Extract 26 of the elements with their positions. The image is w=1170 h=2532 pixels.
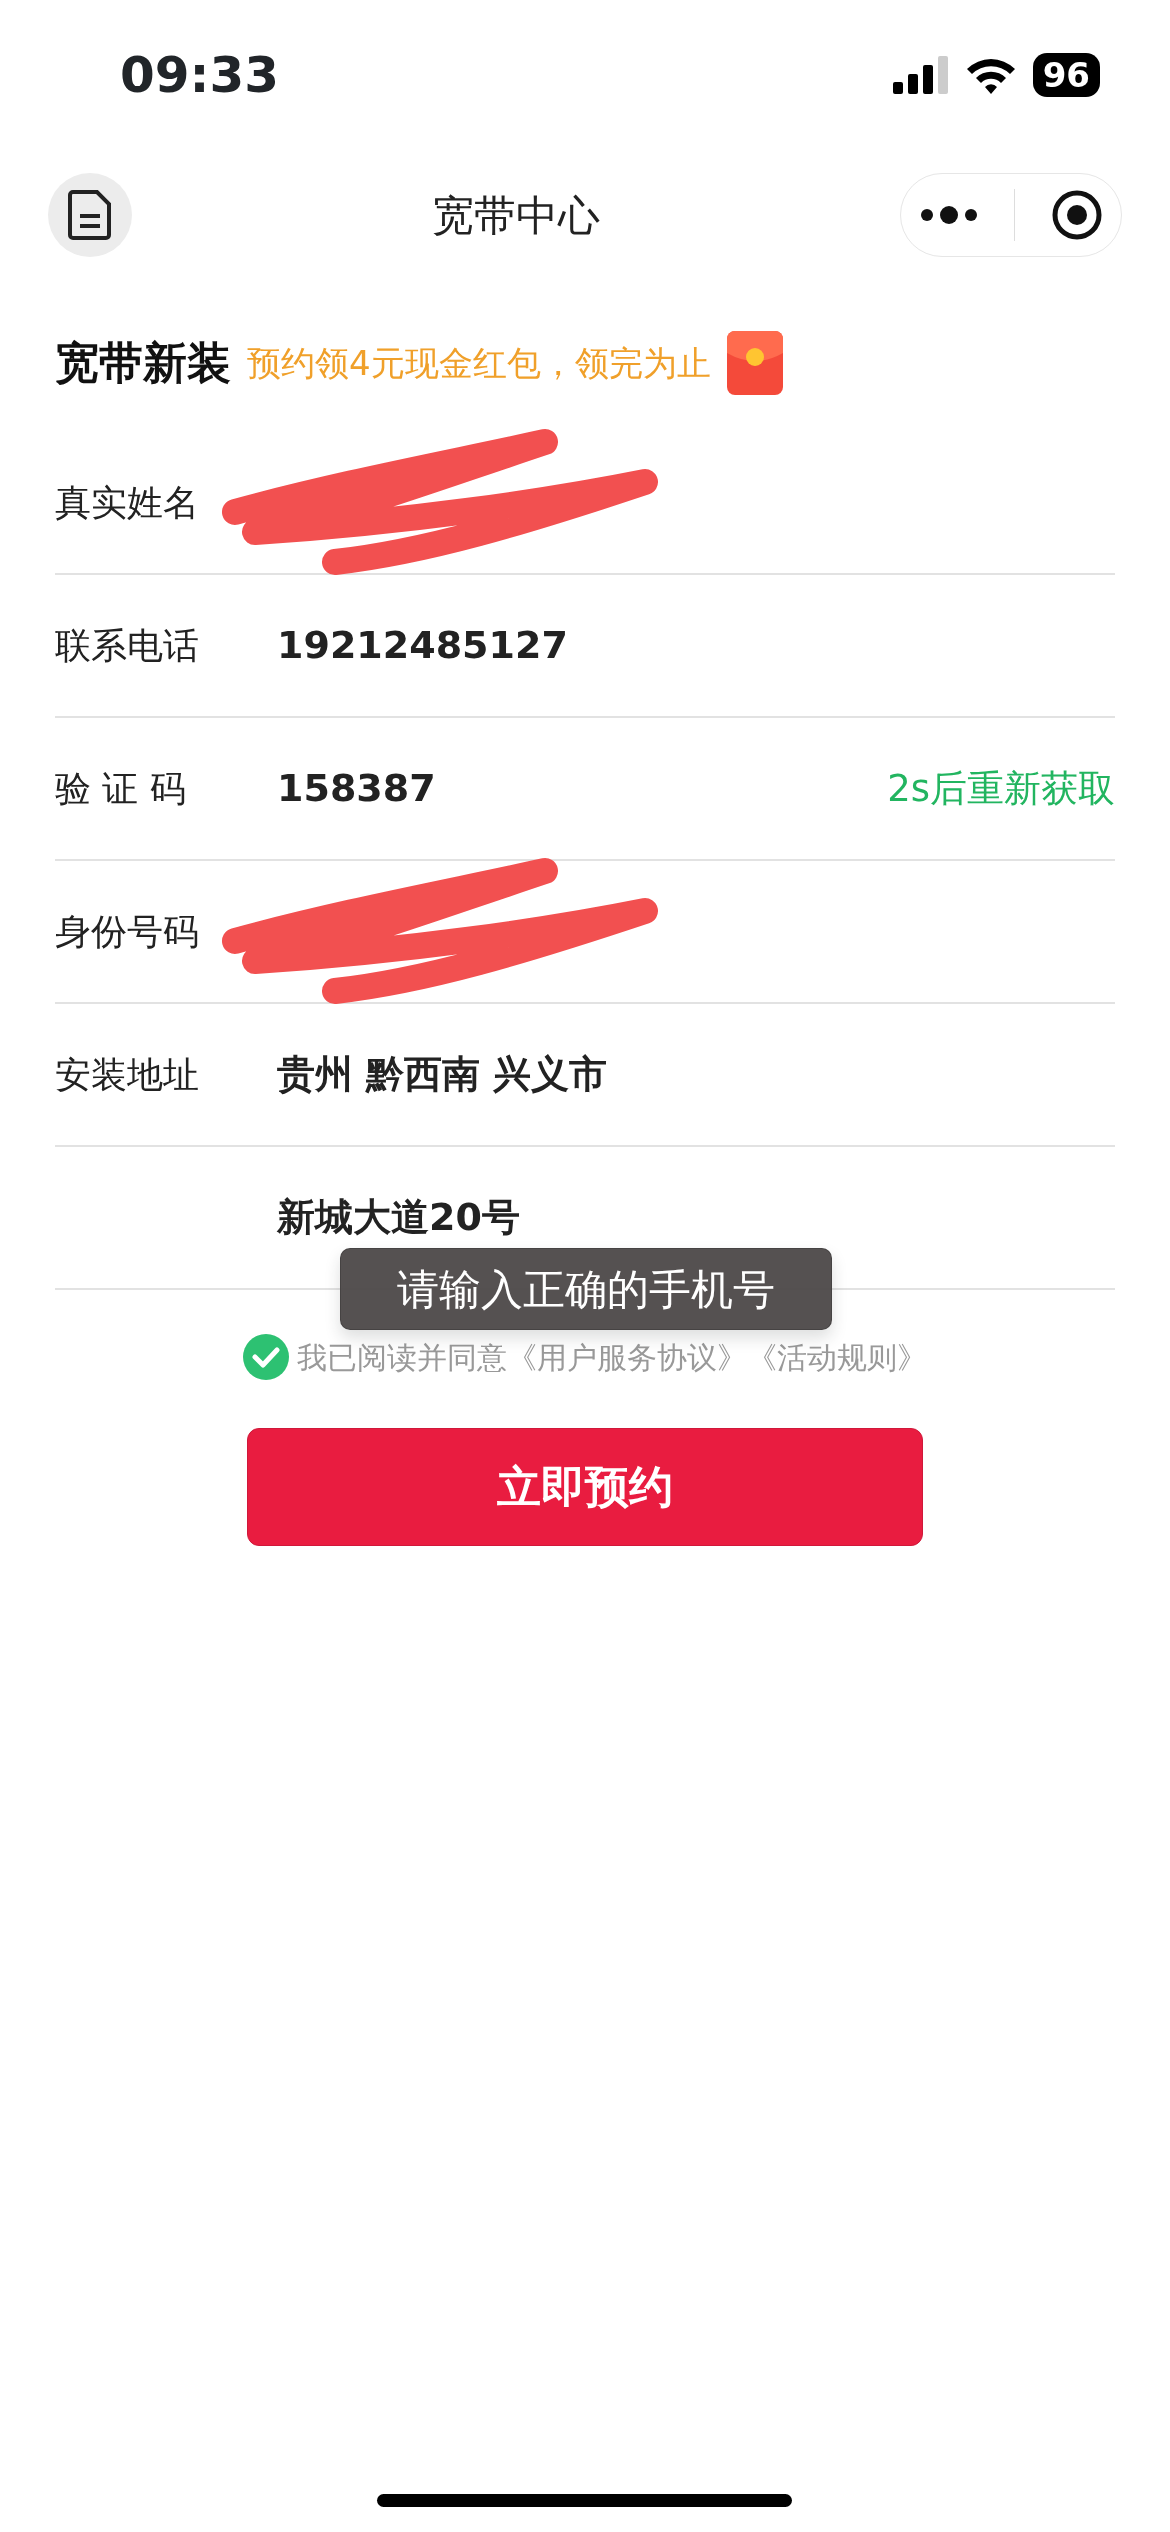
status-time: 09:33 bbox=[120, 44, 280, 106]
error-toast: 请输入正确的手机号 bbox=[340, 1248, 832, 1330]
agreement-link[interactable]: 《用户服务协议》 bbox=[507, 1334, 747, 1380]
section-title: 宽带新装 bbox=[55, 336, 231, 390]
field-value: 新城大道20号 bbox=[277, 1194, 520, 1241]
field-value: 贵州 黔西南 兴义市 bbox=[277, 1051, 608, 1098]
field-label: 安装地址 bbox=[55, 1052, 200, 1097]
resend-countdown[interactable]: 2s后重新获取 bbox=[887, 760, 1115, 817]
field-label: 验 证 码 bbox=[55, 766, 187, 811]
promo-text: 预约领4元现金红包，领完为止 bbox=[247, 341, 711, 385]
more-icon[interactable] bbox=[918, 205, 979, 225]
page-title: 宽带中心 bbox=[432, 189, 600, 242]
field-label: 联系电话 bbox=[55, 623, 200, 668]
field-value: 158387 bbox=[277, 765, 436, 812]
submit-button[interactable]: 立即预约 bbox=[247, 1428, 923, 1546]
battery-level: 96 bbox=[1032, 53, 1100, 97]
checkbox-icon[interactable] bbox=[243, 1334, 289, 1380]
close-icon[interactable] bbox=[1051, 189, 1104, 241]
field-label: 真实姓名 bbox=[55, 480, 200, 525]
signal-icon bbox=[892, 56, 949, 94]
document-icon bbox=[67, 189, 113, 241]
field-label: 身份号码 bbox=[55, 909, 200, 954]
agreement-text: 我已阅读并同意 bbox=[297, 1338, 507, 1377]
envelope-icon bbox=[726, 331, 783, 395]
agreement-link[interactable]: 《活动规则》 bbox=[747, 1334, 927, 1380]
field-value: 19212485127 bbox=[277, 622, 568, 669]
